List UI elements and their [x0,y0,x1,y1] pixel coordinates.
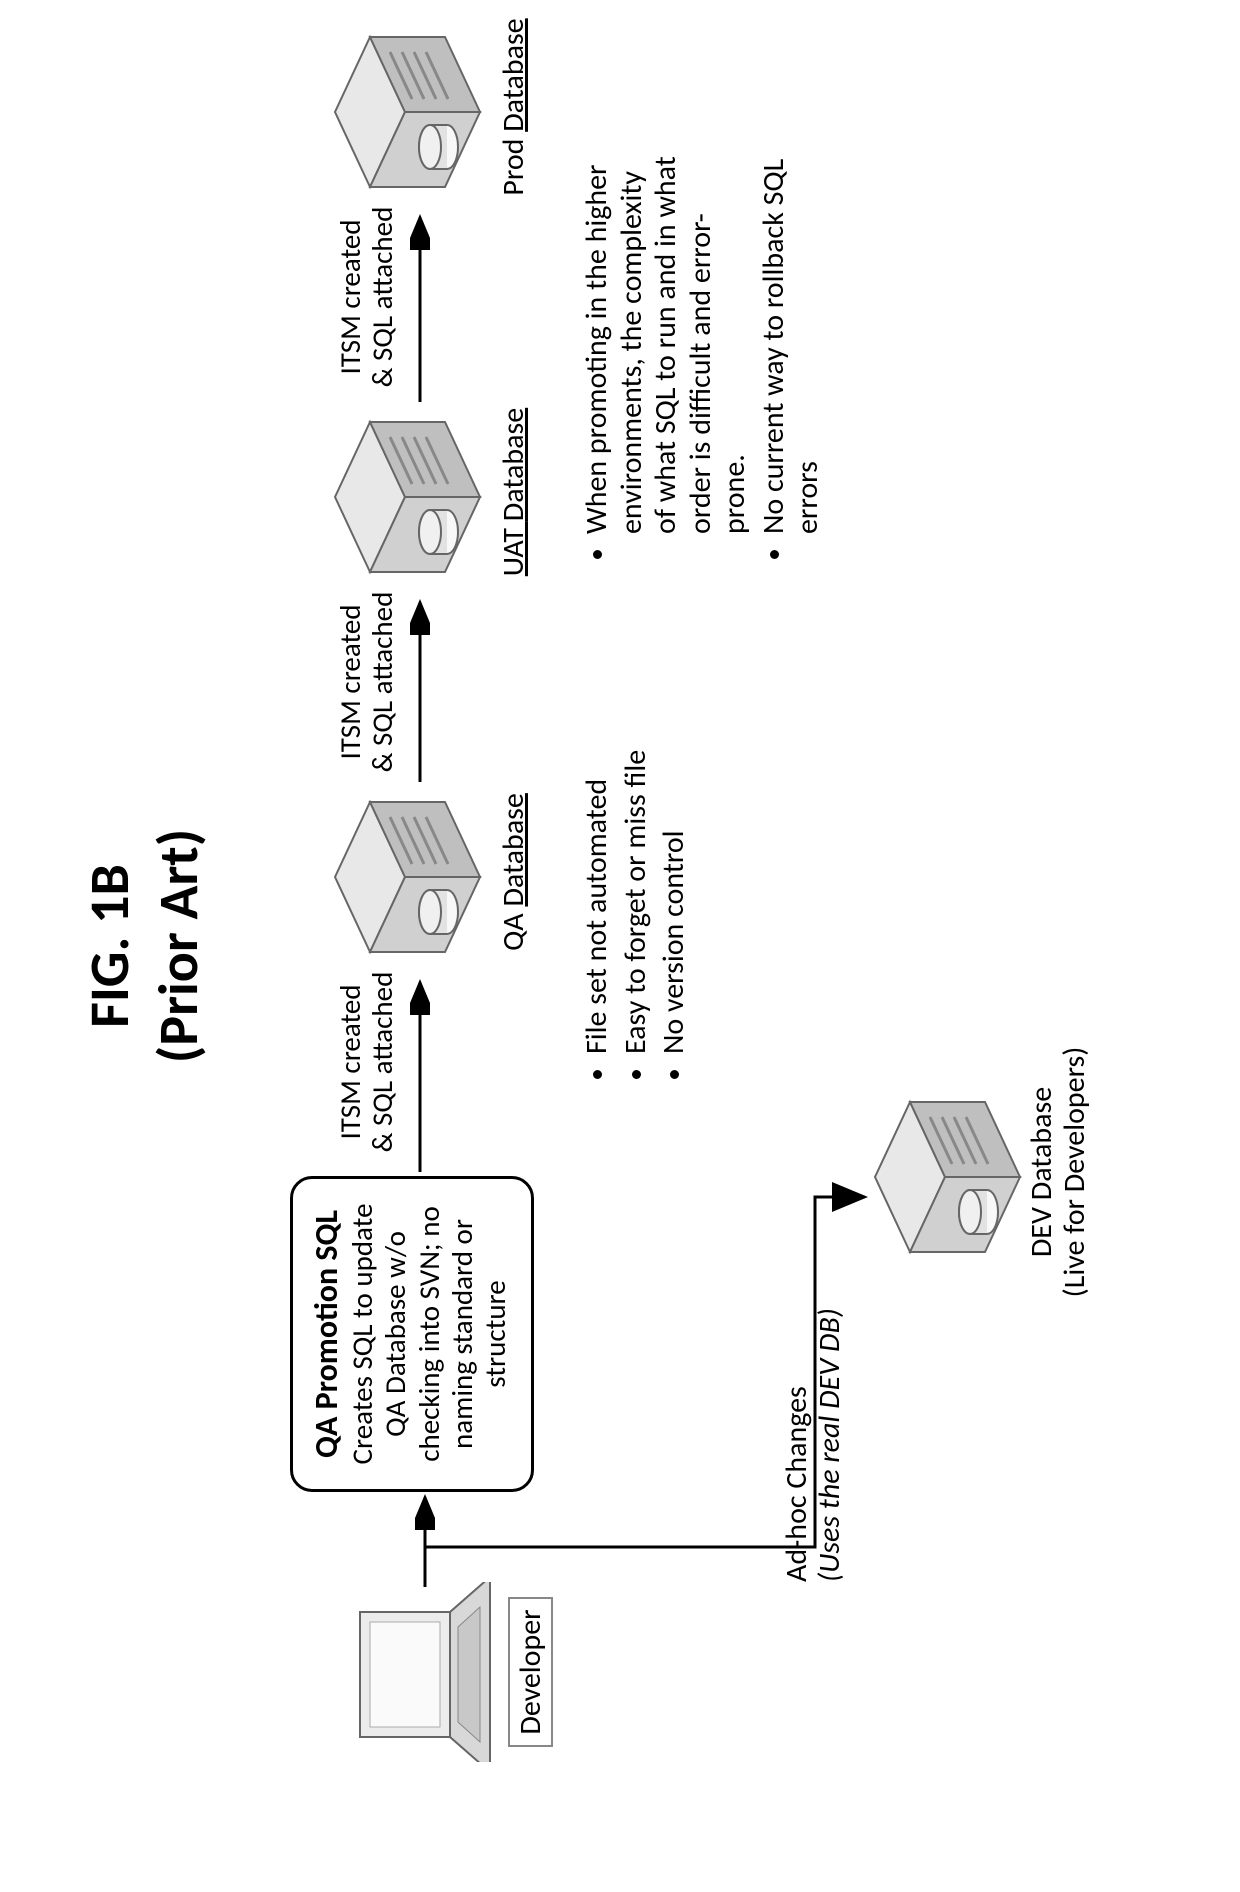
dev-db-label: DEV Database (Live for Developers) [1025,1012,1091,1332]
developer-label: Developer [508,1597,553,1746]
itsm-line1-uat: ITSM created [332,604,368,759]
itsm-line1: ITSM created [332,984,368,1139]
adhoc-line2: (Uses the real DEV DB) [811,1308,848,1582]
prod-db-prefix: Prod [495,132,532,196]
adhoc-text: Ad-hoc Changes (Uses the real DEV DB) [780,1308,846,1582]
dev-db-icon [870,1082,1030,1272]
uat-db-label: UAT Database [495,387,532,597]
developer-node: Developer [350,1582,553,1762]
bullet-right-0: When promoting in the higher environment… [580,142,753,534]
bullet-left-1: Easy to forget or miss file [619,652,654,1054]
qa-db-label: QA Database [495,772,532,972]
adhoc-line1: Ad-hoc Changes [778,1386,815,1582]
bullet-left-2: No version control [657,652,692,1054]
figure-subtitle: (Prior Art) [145,0,213,1892]
prod-db-word: Database [495,18,532,131]
prod-db-icon [330,17,490,207]
qa-box-title: QA Promotion SQL [307,1189,346,1479]
arrow-to-qa-db [410,972,430,1172]
itsm-line1-prod: ITSM created [332,219,368,374]
bullets-left: File set not automated Easy to forget or… [580,652,696,1082]
qa-db-icon [330,782,490,972]
figure-number: FIG. 1B [80,0,142,1892]
uat-db-prefix: UAT [495,521,532,576]
dev-db-line2: (Live for Developers) [1056,1047,1093,1298]
uat-db-icon [330,402,490,592]
itsm-label-prod: ITSM created & SQL attached [335,197,399,397]
laptop-icon [350,1582,495,1762]
itsm-line2-prod: & SQL attached [364,207,400,388]
elbow-dev-to-devdb [415,1167,945,1587]
qa-db-word: Database [495,793,532,906]
arrow-to-prod-db [410,207,430,402]
itsm-label-qa: ITSM created & SQL attached [335,962,399,1162]
prod-db-label: Prod Database [495,2,532,212]
bullet-left-0: File set not automated [580,652,615,1054]
uat-db-word: Database [495,408,532,521]
itsm-label-uat: ITSM created & SQL attached [335,582,399,782]
qa-db-prefix: QA [495,907,532,951]
itsm-line2: & SQL attached [364,972,400,1153]
dev-db-line1: DEV Database [1023,1087,1060,1257]
arrow-to-uat-db [410,592,430,782]
bullet-right-1: No current way to rollback SQL errors [757,142,826,534]
bullets-right: When promoting in the higher environment… [580,142,830,562]
itsm-line2-uat: & SQL attached [364,592,400,773]
